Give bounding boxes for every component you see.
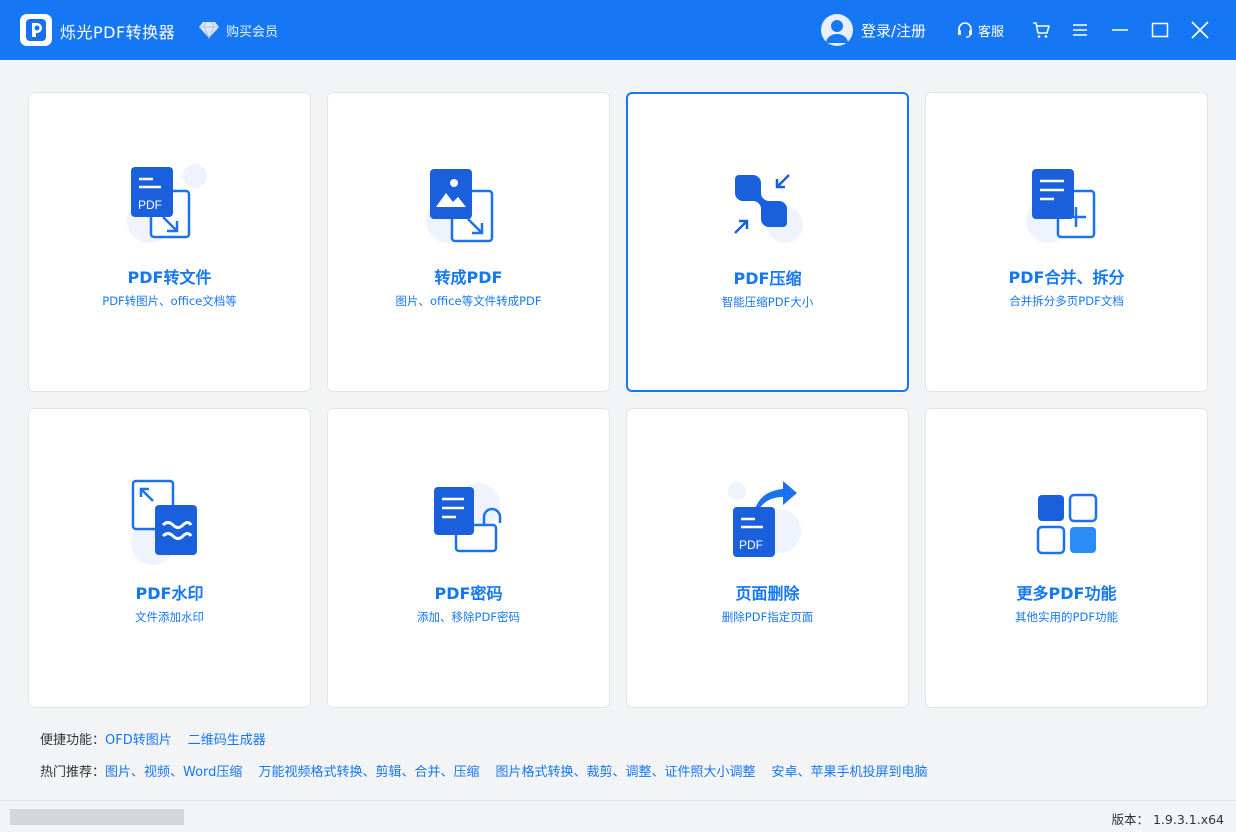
more-features-icon: [1036, 493, 1097, 555]
image-to-pdf-icon: [425, 169, 493, 243]
link-qrcode-generator[interactable]: 二维码生成器: [188, 729, 266, 748]
card-subtitle: 合并拆分多页PDF文档: [1009, 294, 1124, 308]
link-video-convert[interactable]: 万能视频格式转换、剪辑、合并、压缩: [258, 761, 479, 780]
status-progress-bar: [10, 809, 184, 825]
watermark-icon: [130, 479, 197, 565]
card-subtitle: 删除PDF指定页面: [721, 610, 814, 624]
page-delete-icon: PDF: [727, 481, 801, 557]
close-icon[interactable]: [1190, 20, 1210, 40]
card-subtitle: 文件添加水印: [135, 610, 204, 624]
minimize-icon[interactable]: [1110, 20, 1130, 40]
maximize-icon[interactable]: [1150, 20, 1170, 40]
title-bar: 烁光PDF转换器 购买会员 登录/注册 客服: [0, 0, 1236, 60]
link-screen-mirror[interactable]: 安卓、苹果手机投屏到电脑: [771, 761, 927, 780]
card-subtitle: 添加、移除PDF密码: [417, 610, 520, 624]
login-register-link[interactable]: 登录/注册: [861, 20, 926, 41]
lock-icon: [433, 483, 501, 553]
card-title: 页面删除: [735, 584, 800, 603]
svg-text:PDF: PDF: [739, 538, 763, 552]
cart-icon[interactable]: [1031, 20, 1051, 40]
link-image-convert[interactable]: 图片格式转换、裁剪、调整、证件照大小调整: [495, 761, 755, 780]
card-title: PDF压缩: [733, 269, 802, 288]
card-subtitle: 图片、office等文件转成PDF: [395, 294, 542, 308]
service-label: 客服: [978, 24, 1005, 40]
quick-functions: 便捷功能： OFD转图片 二维码生成器: [40, 729, 282, 748]
card-subtitle: PDF转图片、office文档等: [102, 294, 237, 308]
buy-vip-button[interactable]: 购买会员: [198, 18, 278, 42]
compress-icon: [733, 174, 803, 243]
customer-service-button[interactable]: 客服: [956, 20, 1004, 40]
card-convert-to-pdf[interactable]: 转成PDF 图片、office等文件转成PDF: [327, 92, 610, 392]
diamond-icon: [199, 21, 219, 39]
card-title: 更多PDF功能: [1016, 584, 1117, 603]
quick-functions-label: 便捷功能：: [40, 733, 106, 748]
link-media-compress[interactable]: 图片、视频、Word压缩: [105, 761, 242, 780]
version-label: 版本：: [1111, 812, 1149, 827]
hot-recommendations: 热门推荐： 图片、视频、Word压缩 万能视频格式转换、剪辑、合并、压缩 图片格…: [40, 761, 943, 780]
card-pdf-watermark[interactable]: PDF水印 文件添加水印: [28, 408, 311, 708]
user-avatar-icon[interactable]: [821, 14, 853, 46]
svg-text:PDF: PDF: [138, 198, 162, 212]
card-more-pdf-features[interactable]: 更多PDF功能 其他实用的PDF功能: [925, 408, 1208, 708]
vip-label: 购买会员: [226, 24, 279, 40]
status-bar: 版本： 1.9.3.1.x64: [0, 800, 1236, 832]
app-title: 烁光PDF转换器: [60, 23, 176, 42]
version-info: 版本： 1.9.3.1.x64: [1111, 809, 1224, 828]
pdf-to-file-icon: PDF: [126, 164, 207, 243]
card-subtitle: 其他实用的PDF功能: [1015, 610, 1118, 624]
hot-recommendations-label: 热门推荐：: [40, 765, 106, 780]
card-title: 转成PDF: [434, 268, 503, 287]
card-pdf-password[interactable]: PDF密码 添加、移除PDF密码: [327, 408, 610, 708]
card-page-delete[interactable]: PDF 页面删除 删除PDF指定页面: [626, 408, 909, 708]
card-subtitle: 智能压缩PDF大小: [721, 295, 814, 309]
link-ofd-to-image[interactable]: OFD转图片: [105, 729, 172, 748]
card-title: PDF密码: [434, 584, 503, 603]
card-pdf-to-file[interactable]: PDF PDF转文件 PDF转图片、office文档等: [28, 92, 311, 392]
card-title: PDF转文件: [127, 268, 212, 287]
feature-grid: PDF PDF转文件 PDF转图片、office文档等 转成PDF 图片、off…: [28, 92, 1208, 708]
card-title: PDF水印: [135, 584, 204, 603]
card-pdf-compress[interactable]: PDF压缩 智能压缩PDF大小: [626, 92, 909, 392]
menu-icon[interactable]: [1070, 20, 1090, 40]
card-pdf-merge-split[interactable]: PDF合并、拆分 合并拆分多页PDF文档: [925, 92, 1208, 392]
merge-split-icon: [1025, 169, 1095, 243]
headset-icon: [958, 22, 972, 38]
version-number: 1.9.3.1.x64: [1152, 812, 1224, 827]
card-title: PDF合并、拆分: [1008, 268, 1125, 287]
pdf-logo-icon: [20, 14, 52, 46]
